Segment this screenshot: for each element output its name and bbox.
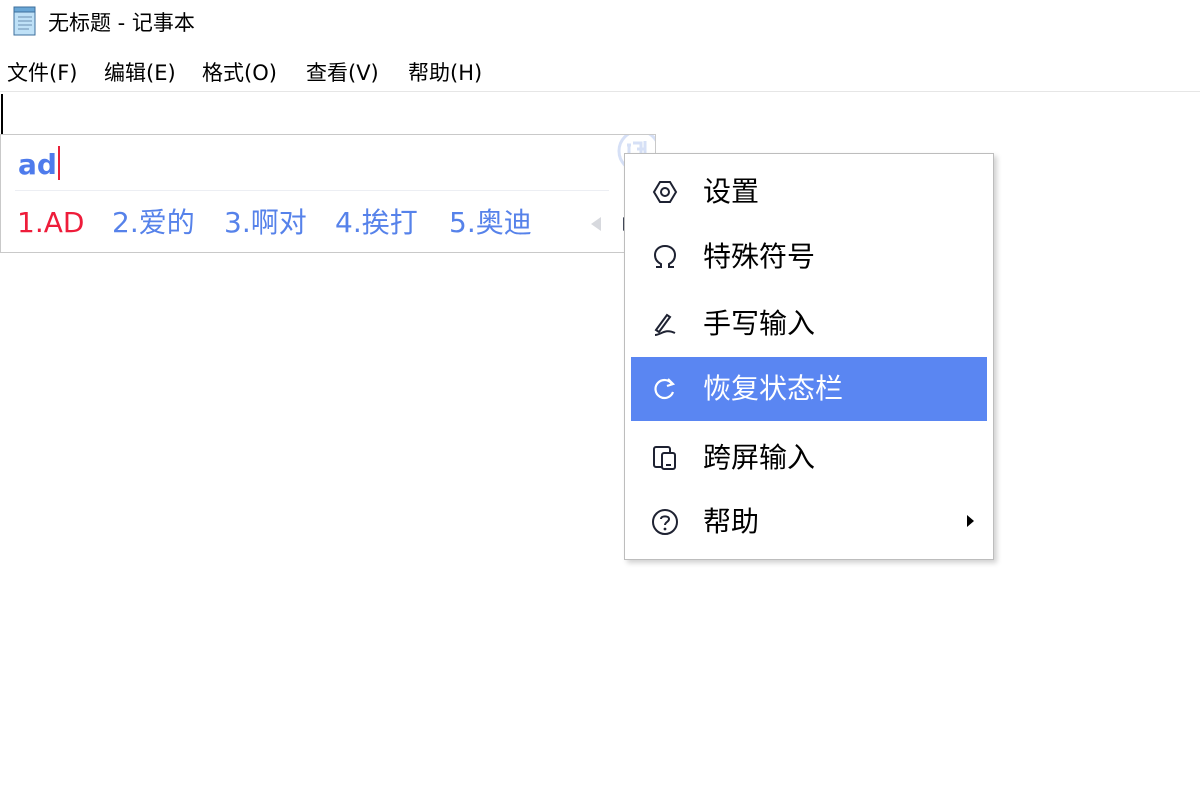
menu-item-restore-status-bar[interactable]: 恢复状态栏 [631, 357, 987, 421]
menu-item-label: 设置 [703, 175, 760, 208]
cross-screen-icon [653, 446, 676, 470]
menu-item-label: 跨屏输入 [703, 441, 816, 474]
omega-icon [653, 244, 677, 268]
help-circle-icon [652, 509, 678, 535]
menu-item-label: 手写输入 [703, 307, 816, 340]
menu-file[interactable]: 文件(F) [7, 55, 77, 91]
refresh-icon [654, 378, 676, 400]
menu-item-help[interactable]: 帮助 [631, 490, 987, 554]
candidate-1[interactable]: 1.AD [17, 203, 84, 243]
menu-edit[interactable]: 编辑(E) [104, 55, 176, 91]
pen-icon [654, 313, 676, 336]
notepad-icon [13, 6, 36, 36]
candidate-3[interactable]: 3.啊对 [224, 203, 307, 243]
ime-context-menu: 设置 特殊符号 手写输入 恢复状态栏 跨屏输入 帮助 [624, 153, 994, 560]
candidate-prev-page-icon[interactable] [591, 217, 601, 231]
menu-item-label: 特殊符号 [703, 240, 816, 273]
menu-item-label: 恢复状态栏 [703, 372, 844, 405]
ime-input-text: ad [18, 148, 57, 181]
menu-item-special-symbols[interactable]: 特殊符号 [631, 225, 987, 289]
menu-bar: 文件(F) 编辑(E) 格式(O) 查看(V) 帮助(H) [0, 55, 1200, 91]
menu-item-handwriting[interactable]: 手写输入 [631, 292, 987, 356]
candidate-5[interactable]: 5.奥迪 [449, 203, 532, 243]
ime-caret [57, 146, 60, 180]
candidate-2[interactable]: 2.爱的 [112, 203, 195, 243]
candidate-4[interactable]: 4.挨打 [335, 203, 418, 243]
menu-format[interactable]: 格式(O) [202, 55, 277, 91]
menu-help[interactable]: 帮助(H) [408, 55, 482, 91]
ime-composition-text: ad [18, 145, 60, 185]
ime-candidate-window: ad 1.AD 2.爱的 3.啊对 4.挨打 5.奥迪 [0, 134, 656, 253]
menu-item-settings[interactable]: 设置 [631, 160, 987, 224]
settings-icon [652, 181, 678, 203]
submenu-arrow-icon [967, 515, 974, 527]
window-title: 无标题 - 记事本 [48, 11, 195, 35]
text-caret [1, 94, 3, 134]
ime-divider [15, 190, 609, 191]
title-bar: 无标题 - 记事本 [0, 0, 1200, 46]
menu-item-cross-screen-input[interactable]: 跨屏输入 [631, 426, 987, 490]
menu-item-label: 帮助 [703, 505, 760, 538]
menu-view[interactable]: 查看(V) [306, 55, 379, 91]
